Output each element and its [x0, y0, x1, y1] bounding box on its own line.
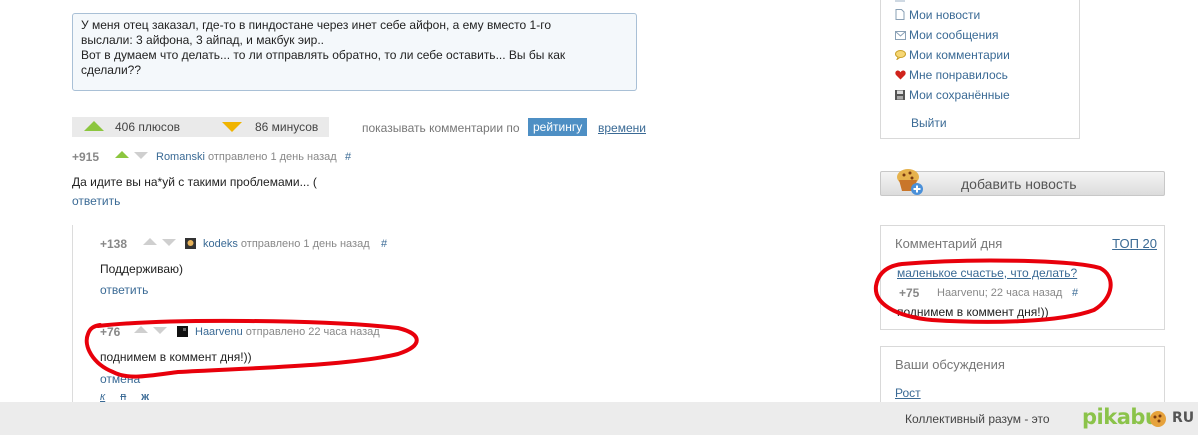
comment-username[interactable]: kodeks	[203, 238, 238, 250]
comment-of-day-title: Комментарий дня	[895, 236, 1003, 251]
comment-of-day-post-link[interactable]: маленькое счастье, что делать?	[897, 266, 1077, 280]
avatar	[185, 238, 196, 249]
post-rating-bar: 406 плюсов 86 минусов	[72, 117, 329, 137]
comment-downvote-icon[interactable]	[134, 152, 148, 159]
speech-bubble-icon	[895, 49, 906, 61]
comment-text: Поддерживаю)	[100, 262, 184, 276]
comment-time: отправлено 1 день назад	[240, 238, 370, 250]
post-text-box: У меня отец заказал, где-то в пиндостане…	[72, 13, 637, 91]
footer-slogan: Коллективный разум - это	[905, 412, 1050, 426]
post-text-line: выслали: 3 айфона, 3 айпад, и макбук эир…	[81, 33, 325, 47]
post-text-line: сделали??	[81, 63, 142, 77]
comment-meta: Romanski отправлено 1 день назад	[156, 151, 337, 163]
muffin-logo-icon	[1149, 410, 1167, 428]
comment-text: поднимем в коммент дня!))	[100, 350, 252, 364]
envelope-icon	[895, 29, 906, 40]
upvote-arrow-icon[interactable]	[84, 121, 104, 131]
comment-meta: Haarvenu отправлено 22 часа назад	[195, 326, 380, 338]
thread-indent-line	[72, 225, 73, 405]
footer-bar: Коллективный разум - это pikabu RU	[0, 402, 1198, 435]
comment-of-day-score: +75	[899, 286, 920, 300]
menu-item-my-messages[interactable]: Мои сообщения	[895, 28, 998, 42]
cancel-link[interactable]: отмена	[100, 372, 140, 386]
comment-of-day-box: Комментарий дня ТОП 20 маленькое счастье…	[880, 225, 1165, 330]
menu-item-saved[interactable]: Мои сохранённые	[895, 88, 1010, 102]
document-icon	[895, 9, 905, 20]
post-text-line: У меня отец заказал, где-то в пиндостане…	[81, 18, 552, 32]
add-news-label: добавить новость	[961, 176, 1077, 192]
heart-icon	[895, 69, 906, 80]
comment-of-day-text: поднимем в коммент дня!))	[897, 305, 1049, 319]
minus-count: 86 минусов	[255, 120, 319, 134]
comment-username[interactable]: Romanski	[156, 151, 205, 163]
menu-item-partial	[895, 0, 909, 4]
add-news-button[interactable]: добавить новость	[880, 169, 1165, 196]
user-menu: Мои новости Мои сообщения Мои комментари…	[880, 0, 1080, 139]
comment-of-day-meta[interactable]: Haarvenu; 22 часа назад	[937, 287, 1062, 299]
comment-time: отправлено 22 часа назад	[245, 326, 380, 338]
menu-item-my-news[interactable]: Мои новости	[895, 8, 980, 22]
menu-item-liked[interactable]: Мне понравилось	[895, 68, 1008, 82]
menu-item-my-comments[interactable]: Мои комментарии	[895, 48, 1010, 62]
sort-by-rating-button[interactable]: рейтингу	[528, 118, 588, 136]
reply-link[interactable]: ответить	[100, 283, 148, 297]
comment-upvote-icon[interactable]	[134, 326, 148, 333]
downvote-arrow-icon[interactable]	[222, 122, 242, 132]
comment-upvote-icon[interactable]	[115, 151, 129, 158]
comment-meta: kodeks отправлено 1 день назад	[203, 238, 370, 250]
plus-count: 406 плюсов	[115, 120, 181, 134]
discussions-title: Ваши обсуждения	[895, 357, 1005, 372]
comment-time: отправлено 1 день назад	[207, 151, 337, 163]
settings-icon	[895, 0, 905, 2]
post-text-line: Вот в думаем что делать... то ли отправл…	[81, 48, 566, 62]
comment-score: +915	[72, 150, 100, 164]
menu-item-label: Мои новости	[909, 8, 981, 22]
comment-header: +138 kodeks отправлено 1 день назад #	[100, 237, 500, 253]
comment-downvote-icon[interactable]	[153, 327, 167, 334]
menu-item-label: Мои сообщения	[909, 28, 999, 42]
floppy-disk-icon	[895, 89, 905, 100]
pikabu-logo-tld: RU	[1172, 410, 1195, 426]
menu-item-label: Мои сохранённые	[909, 88, 1010, 102]
logout-link[interactable]: Выйти	[911, 116, 947, 130]
comment-header: +915 Romanski отправлено 1 день назад #	[72, 150, 572, 166]
comment-username[interactable]: Haarvenu	[195, 326, 243, 338]
comment-of-day-permalink[interactable]: #	[1072, 287, 1078, 299]
comment-header: +76 Haarvenu отправлено 22 часа назад	[100, 325, 420, 341]
sort-by-time-link[interactable]: времени	[598, 121, 646, 135]
sort-label: показывать комментарии по	[362, 121, 520, 135]
comment-downvote-icon[interactable]	[162, 239, 176, 246]
comment-text: Да идите вы на*уй с такими проблемами...…	[72, 175, 317, 189]
comment-upvote-icon[interactable]	[143, 238, 157, 245]
comment-score: +138	[100, 237, 128, 251]
menu-item-label: Мои комментарии	[909, 48, 1010, 62]
comment-score: +76	[100, 325, 121, 339]
pikabu-logo[interactable]: pikabu	[1082, 405, 1160, 429]
avatar	[177, 326, 188, 337]
comment-permalink[interactable]: #	[345, 151, 351, 163]
muffin-plus-icon	[894, 167, 924, 197]
comment-permalink[interactable]: #	[381, 238, 387, 250]
reply-link[interactable]: ответить	[72, 194, 120, 208]
top-20-link[interactable]: ТОП 20	[1112, 236, 1157, 251]
menu-item-label: Мне понравилось	[909, 68, 1008, 82]
discussion-link[interactable]: Рост	[895, 386, 921, 400]
